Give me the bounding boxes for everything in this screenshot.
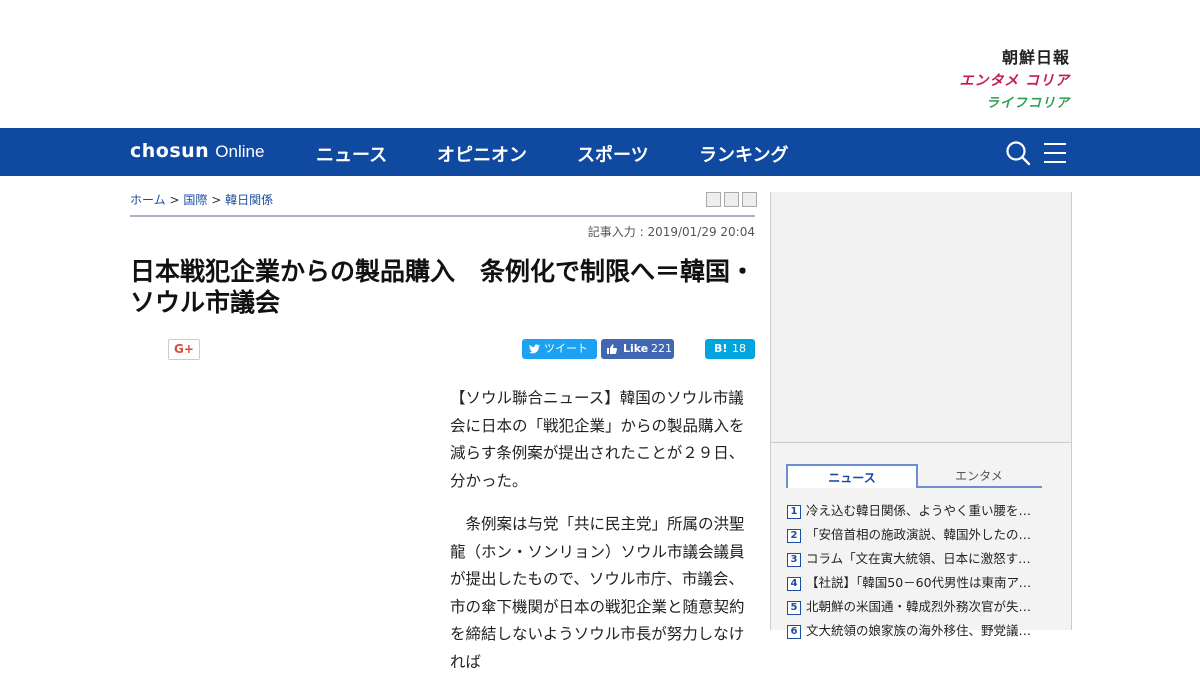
article-body: 【ソウル聯合ニュース】韓国のソウル市議会に日本の「戦犯企業」からの製品購入を減ら… <box>450 385 755 692</box>
ranking-item[interactable]: 5 北朝鮮の米国通・韓成烈外務次官が失脚か <box>787 596 1042 620</box>
ranking-item[interactable]: 2 「安倍首相の施政演説、韓国外したのは遺憾」 <box>787 524 1042 548</box>
ranking-title: 【社説】「韓国50－60代男性は東南アジアへ」 <box>806 575 1042 590</box>
text-size-icon[interactable] <box>724 192 739 207</box>
article-paragraph: 【ソウル聯合ニュース】韓国のソウル市議会に日本の「戦犯企業」からの製品購入を減ら… <box>450 389 745 490</box>
breadcrumb-korea-japan[interactable]: 韓日関係 <box>225 193 273 207</box>
like-label: Like <box>623 342 649 355</box>
brand-light: Online <box>215 142 265 161</box>
thumbs-up-icon <box>607 344 618 354</box>
article-headline: 日本戦犯企業からの製品購入 条例化で制限へ＝韓国・ソウル市議会 <box>130 257 756 317</box>
ranking-item[interactable]: 4 【社説】「韓国50－60代男性は東南アジアへ」 <box>787 572 1042 596</box>
nav-item-sports[interactable]: スポーツ <box>577 141 649 167</box>
ranking-title: 文大統領の娘家族の海外移住、野党議員が疑惑提起 <box>806 623 1042 638</box>
rank-number: 5 <box>787 600 801 615</box>
rank-number: 2 <box>787 528 801 543</box>
brand-bold: chosun <box>130 140 210 162</box>
rank-number: 3 <box>787 552 801 567</box>
like-count: 221 <box>651 342 672 355</box>
tweet-button[interactable]: ツイート <box>522 339 597 359</box>
tab-entame[interactable]: エンタメ <box>916 464 1042 488</box>
back-icon[interactable] <box>742 192 757 207</box>
facebook-like-button[interactable]: Like 221 <box>601 339 674 359</box>
nav-item-ranking[interactable]: ランキング <box>699 141 788 167</box>
hatena-bookmark-button[interactable]: B! 18 <box>705 339 755 359</box>
ranking-item[interactable]: 1 冷え込む韓日関係、ようやく重い腰を上げた文在寅大統領 <box>787 500 1042 524</box>
ranking-title: コラム「文在寅大統領、日本に激怒する前に」 <box>806 551 1042 566</box>
ranking-tabs: ニュース エンタメ <box>786 464 1042 488</box>
header-divider <box>130 215 755 217</box>
ranking-title: 「安倍首相の施政演説、韓国外したのは遺憾」 <box>806 527 1042 542</box>
sidebar: ニュース エンタメ 1 冷え込む韓日関係、ようやく重い腰を上げた文在寅大統領 2 「… <box>770 192 1072 639</box>
print-icon[interactable] <box>706 192 721 207</box>
breadcrumb-separator: > <box>169 193 180 207</box>
logo-group: 朝鮮日報 エンタメ コリア ライフコリア <box>960 44 1070 111</box>
site-header: 朝鮮日報 エンタメ コリア ライフコリア <box>0 0 1200 128</box>
tab-news[interactable]: ニュース <box>786 464 918 488</box>
twitter-bird-icon <box>529 344 540 354</box>
article-date: 記事入力 : 2019/01/29 20:04 <box>587 225 755 239</box>
life-korea-logo[interactable]: ライフコリア <box>960 92 1070 111</box>
breadcrumb: ホーム > 国際 > 韓日関係 <box>130 191 273 208</box>
breadcrumb-home[interactable]: ホーム <box>130 193 166 207</box>
ranking-item[interactable]: 3 コラム「文在寅大統領、日本に激怒する前に」 <box>787 548 1042 572</box>
brand-logo[interactable]: chosun Online <box>130 140 264 162</box>
nav-item-news[interactable]: ニュース <box>316 141 387 167</box>
ranking-list: 1 冷え込む韓日関係、ようやく重い腰を上げた文在寅大統領 2 「安倍首相の施政演説、… <box>787 500 1057 644</box>
nav-item-opinion[interactable]: オピニオン <box>437 141 527 167</box>
ranking-title: 冷え込む韓日関係、ようやく重い腰を上げた文在寅大統領 <box>806 503 1042 518</box>
ad-slot <box>771 192 1071 443</box>
article-paragraph: 条例案は与党「共に民主党」所属の洪聖龍（ホン・ソンリョン）ソウル市議会議員が提出… <box>450 515 745 671</box>
ranking-title: 北朝鮮の米国通・韓成烈外務次官が失脚か <box>806 599 1042 614</box>
tweet-label: ツイート <box>544 342 588 355</box>
search-icon[interactable] <box>1005 140 1031 166</box>
hatena-count: 18 <box>732 342 746 355</box>
ranking-item[interactable]: 6 文大統領の娘家族の海外移住、野党議員が疑惑提起 <box>787 620 1042 644</box>
breadcrumb-international[interactable]: 国際 <box>183 193 207 207</box>
google-plus-button[interactable]: G+ <box>168 339 200 360</box>
article-tools <box>703 192 757 211</box>
rank-number: 6 <box>787 624 801 639</box>
main-nav: chosun Online ニュース オピニオン スポーツ ランキング <box>0 128 1200 176</box>
menu-icon[interactable] <box>1043 142 1067 164</box>
rank-number: 1 <box>787 504 801 519</box>
entame-korea-logo[interactable]: エンタメ コリア <box>960 70 1070 90</box>
hatena-icon: B! <box>714 342 728 355</box>
breadcrumb-separator: > <box>211 193 222 207</box>
chosun-ilbo-logo[interactable]: 朝鮮日報 <box>960 44 1070 68</box>
rank-number: 4 <box>787 576 801 591</box>
